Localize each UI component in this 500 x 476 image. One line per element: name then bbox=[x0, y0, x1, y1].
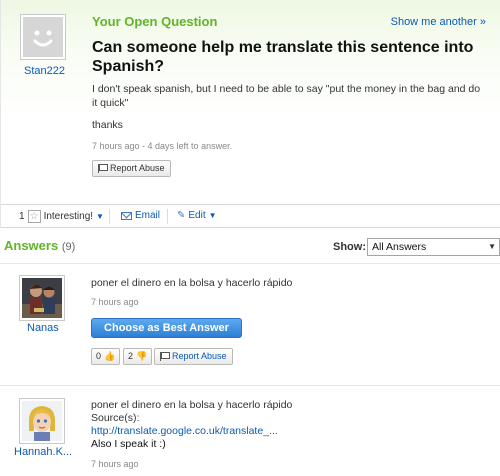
asker-avatar[interactable] bbox=[20, 14, 66, 60]
answer-meta: 7 hours ago bbox=[91, 459, 139, 469]
interesting-count: 1 bbox=[19, 211, 25, 222]
divider bbox=[0, 263, 500, 264]
answers-heading: Answers (9) bbox=[4, 238, 75, 253]
thumbs-up-count: 0 bbox=[96, 351, 102, 361]
show-filter-label: Show: bbox=[333, 241, 366, 253]
question-body: I don't speak spanish, but I need to be … bbox=[92, 83, 481, 109]
question-action-bar: 1 ☆ Interesting! ▼ Email ✎ Edit ▼ bbox=[1, 204, 500, 228]
divider bbox=[109, 209, 110, 224]
answer-extra-text: Also I speak it :) bbox=[91, 438, 166, 450]
chevron-down-icon: ▼ bbox=[208, 211, 217, 220]
answer-source-link[interactable]: http://translate.google.co.uk/translate_… bbox=[91, 424, 278, 438]
show-filter-select[interactable]: All Answers ▼ bbox=[367, 238, 500, 256]
edit-button[interactable]: ✎ Edit ▼ bbox=[177, 210, 217, 221]
thumbs-up-button[interactable]: 0 👍 bbox=[91, 348, 121, 365]
asker-name-link[interactable]: Stan222 bbox=[24, 65, 65, 77]
show-another-link[interactable]: Show me another » bbox=[391, 16, 486, 28]
interesting-button[interactable]: 1 ☆ Interesting! ▼ bbox=[19, 210, 104, 223]
flag-icon bbox=[159, 352, 170, 361]
divider bbox=[167, 209, 168, 224]
flag-icon bbox=[97, 164, 108, 173]
question-heading: Your Open Question bbox=[92, 14, 218, 29]
answer-source-label: Source(s): bbox=[91, 412, 140, 424]
interesting-label: Interesting! bbox=[43, 211, 94, 222]
answer-report-abuse-button[interactable]: Report Abuse bbox=[154, 348, 233, 365]
answers-count: (9) bbox=[61, 241, 76, 253]
answer-avatar[interactable] bbox=[19, 398, 65, 444]
answer-author-link[interactable]: Hannah.K... bbox=[14, 446, 72, 458]
choose-best-answer-button[interactable]: Choose as Best Answer bbox=[91, 318, 242, 338]
thumbs-up-icon: 👍 bbox=[104, 351, 116, 361]
cartoon-avatar-icon bbox=[22, 401, 62, 441]
pencil-icon: ✎ bbox=[177, 210, 186, 221]
answer-text: poner el dinero en la bolsa y hacerlo rá… bbox=[91, 399, 293, 411]
answer-meta: 7 hours ago bbox=[91, 297, 139, 307]
default-avatar-icon bbox=[23, 17, 63, 57]
divider bbox=[0, 385, 500, 386]
chevron-down-icon: ▼ bbox=[488, 242, 496, 251]
report-abuse-button[interactable]: Report Abuse bbox=[92, 160, 171, 177]
email-button[interactable]: Email bbox=[121, 210, 160, 221]
show-filter-value: All Answers bbox=[372, 241, 427, 253]
question-thanks: thanks bbox=[92, 119, 123, 131]
thumbs-down-button[interactable]: 2 👎 bbox=[123, 348, 153, 365]
edit-label: Edit bbox=[188, 210, 206, 221]
report-abuse-label: Report Abuse bbox=[110, 163, 165, 173]
answer-author-link[interactable]: Nanas bbox=[27, 322, 59, 334]
email-label: Email bbox=[135, 210, 161, 221]
answers-title: Answers bbox=[4, 238, 59, 253]
answer-text: poner el dinero en la bolsa y hacerlo rá… bbox=[91, 277, 293, 289]
star-icon: ☆ bbox=[27, 210, 41, 223]
question-panel: Stan222 Your Open Question Show me anoth… bbox=[0, 0, 500, 228]
question-meta: 7 hours ago - 4 days left to answer. bbox=[92, 141, 233, 151]
chevron-down-icon: ▼ bbox=[96, 212, 104, 221]
thumbs-down-count: 2 bbox=[128, 351, 134, 361]
answer-report-abuse-label: Report Abuse bbox=[172, 351, 227, 361]
question-title: Can someone help me translate this sente… bbox=[92, 39, 474, 75]
user-photo-icon bbox=[22, 278, 62, 318]
answer-avatar[interactable] bbox=[19, 275, 65, 321]
thumbs-down-icon: 👎 bbox=[136, 351, 148, 361]
envelope-icon bbox=[121, 211, 132, 220]
